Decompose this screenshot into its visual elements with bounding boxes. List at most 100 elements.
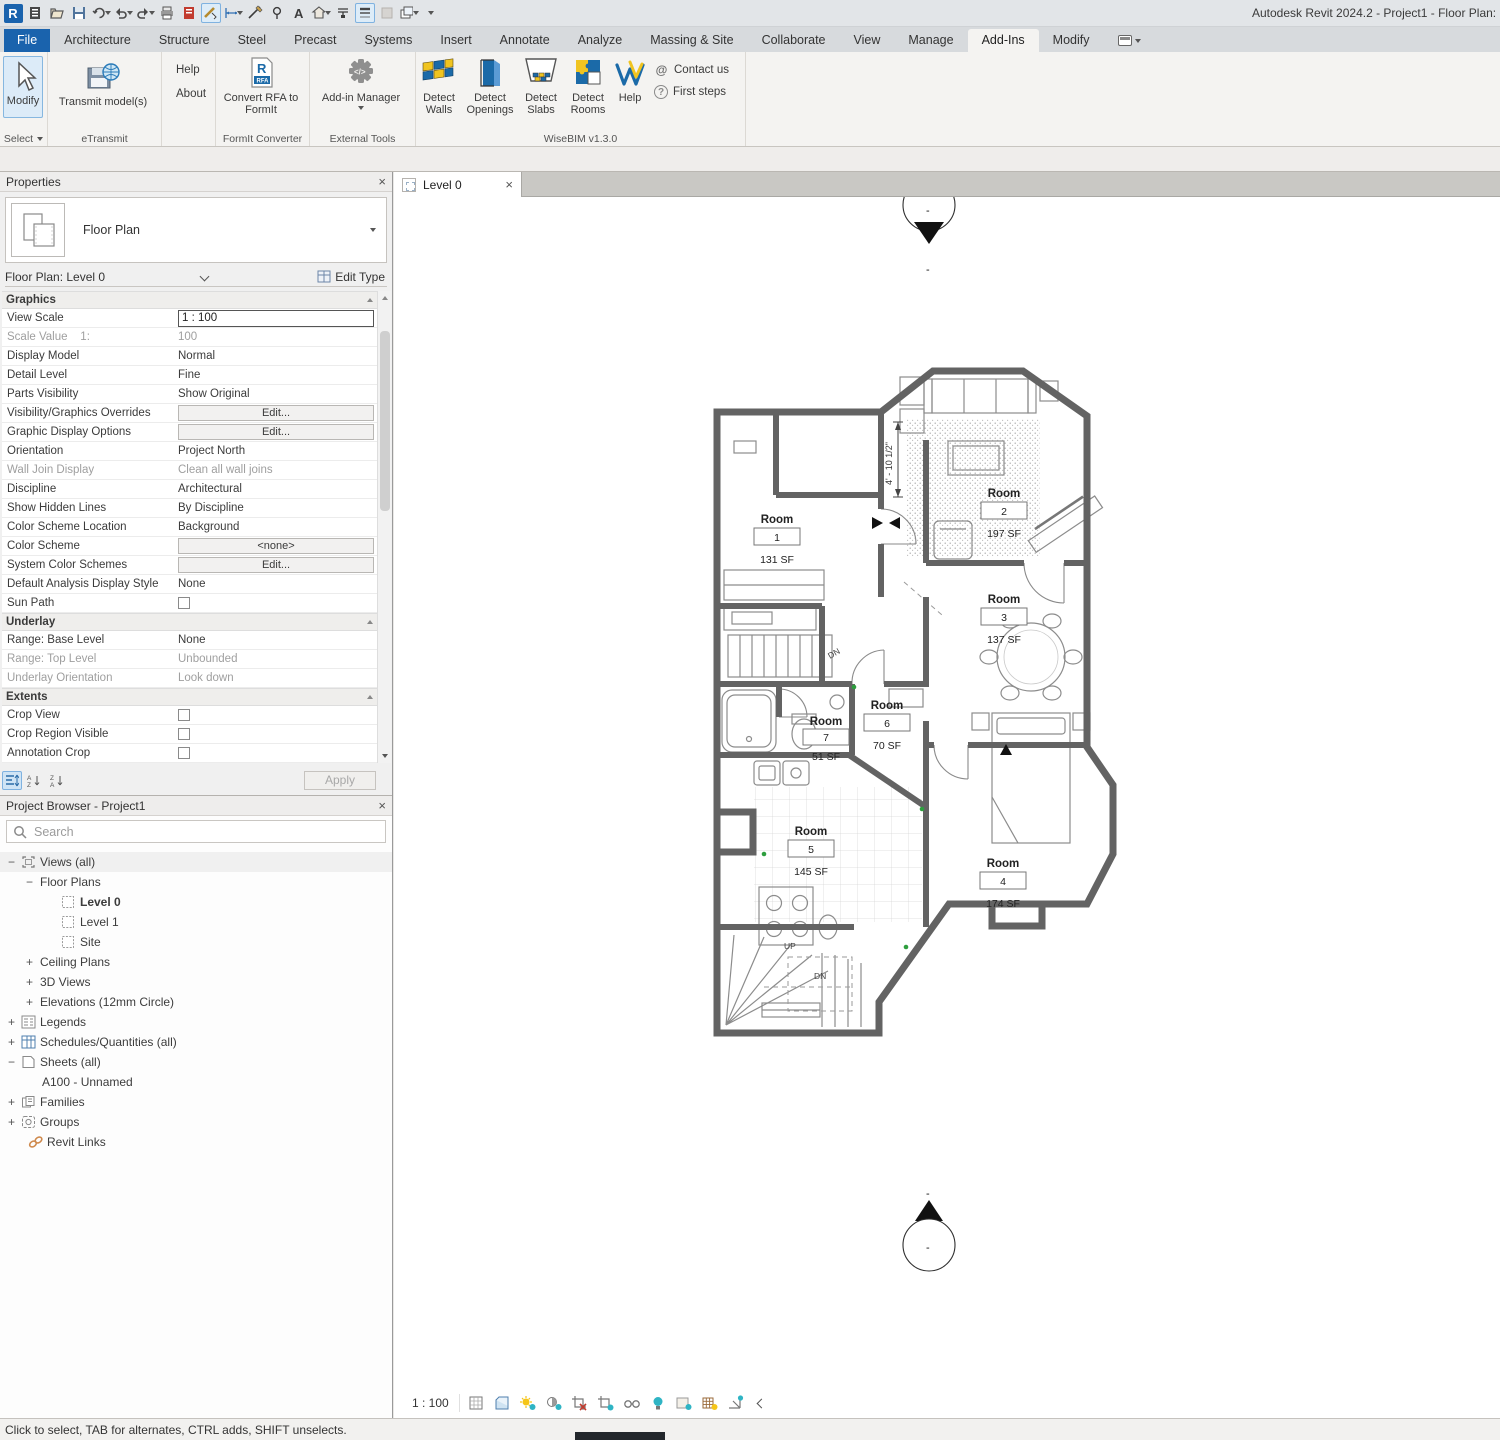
dropdown-caret-icon[interactable] — [127, 11, 133, 15]
tree-item-site[interactable]: Site — [0, 932, 392, 952]
tab-insert[interactable]: Insert — [426, 29, 485, 52]
property-row-crop-view[interactable]: Crop View — [2, 706, 377, 725]
property-row-display-model[interactable]: Display ModelNormal — [2, 347, 377, 366]
tab-massing-site[interactable]: Massing & Site — [636, 29, 747, 52]
transmit-models-button[interactable]: Transmit model(s) — [48, 58, 158, 110]
annotation-crop-checkbox[interactable] — [178, 747, 190, 759]
tab-steel[interactable]: Steel — [224, 29, 281, 52]
edit-button[interactable]: Edit... — [178, 557, 374, 573]
convert-rfa-button[interactable]: RRFA Convert RFA to FormIt — [216, 54, 306, 118]
crop-region-icon[interactable] — [596, 1393, 616, 1413]
properties-header[interactable]: Properties × — [0, 172, 392, 192]
expand-toggle-icon[interactable]: + — [24, 995, 35, 1009]
view-scale-input[interactable] — [178, 310, 374, 327]
property-row-detail-level[interactable]: Detail LevelFine — [2, 366, 377, 385]
sun-path-checkbox[interactable] — [178, 597, 190, 609]
type-dropdown-icon[interactable] — [370, 228, 376, 232]
property-row-color-scheme[interactable]: Color Scheme<none> — [2, 537, 377, 556]
tree-item-level0[interactable]: Level 0 — [0, 892, 392, 912]
shadows-icon[interactable] — [544, 1393, 564, 1413]
property-row-range-base[interactable]: Range: Base LevelNone — [2, 631, 377, 650]
tab-structure[interactable]: Structure — [145, 29, 224, 52]
elevation-marker-top[interactable]: - - — [899, 197, 959, 287]
room-tag-4[interactable]: Room 4 174 SF — [980, 858, 1026, 910]
tree-item-schedules[interactable]: +Schedules/Quantities (all) — [0, 1032, 392, 1052]
detect-slabs-button[interactable]: Detect Slabs — [518, 54, 564, 118]
default-3d-view-icon[interactable] — [311, 3, 331, 23]
tab-annotate[interactable]: Annotate — [486, 29, 564, 52]
tree-item-sheets[interactable]: −Sheets (all) — [0, 1052, 392, 1072]
tree-item-families[interactable]: +Families — [0, 1092, 392, 1112]
none-button[interactable]: <none> — [178, 538, 374, 554]
tree-item-legends[interactable]: +Legends — [0, 1012, 392, 1032]
close-icon[interactable]: × — [378, 798, 386, 813]
tree-item-ceiling-plans[interactable]: +Ceiling Plans — [0, 952, 392, 972]
property-row-discipline[interactable]: DisciplineArchitectural — [2, 480, 377, 499]
measure-icon[interactable] — [201, 3, 221, 23]
property-row-system-color-schemes[interactable]: System Color SchemesEdit... — [2, 556, 377, 575]
open-icon[interactable] — [47, 3, 67, 23]
crop-view-icon[interactable] — [570, 1393, 590, 1413]
collapse-icon[interactable] — [367, 620, 373, 624]
expand-toggle-icon[interactable]: + — [24, 975, 35, 989]
collapse-icon[interactable] — [367, 298, 373, 302]
tab-systems[interactable]: Systems — [350, 29, 426, 52]
collapse-toggle-icon[interactable]: − — [24, 875, 35, 889]
modify-button[interactable]: Modify — [3, 56, 43, 118]
file-doc-icon[interactable] — [25, 3, 45, 23]
tree-item-revit-links[interactable]: Revit Links — [0, 1132, 392, 1152]
tab-view[interactable]: View — [840, 29, 895, 52]
crop-view-checkbox[interactable] — [178, 709, 190, 721]
section-underlay[interactable]: Underlay — [2, 613, 377, 631]
contact-us-button[interactable]: @Contact us — [654, 62, 729, 77]
collapse-arrow-icon[interactable] — [752, 1393, 772, 1413]
switch-windows-icon[interactable] — [399, 3, 419, 23]
tree-item-floor-plans[interactable]: −Floor Plans — [0, 872, 392, 892]
tree-item-a100[interactable]: A100 - Unnamed — [0, 1072, 392, 1092]
room-tag-1[interactable]: Room 1 131 SF — [754, 514, 800, 566]
print-icon[interactable] — [157, 3, 177, 23]
property-row-underlay-orientation[interactable]: Underlay OrientationLook down — [2, 669, 377, 688]
tab-manage[interactable]: Manage — [894, 29, 967, 52]
floor-plan-drawing[interactable]: 4' - 10 1/2" UP DN DN Room 1 131 SF Room… — [704, 357, 1184, 1047]
thin-lines-icon[interactable] — [355, 3, 375, 23]
detail-level-icon[interactable] — [466, 1393, 486, 1413]
property-row-parts-visibility[interactable]: Parts VisibilityShow Original — [2, 385, 377, 404]
sort-ascending-button[interactable]: AZ — [25, 771, 45, 790]
dropdown-caret-icon[interactable] — [149, 11, 155, 15]
room-tag-5[interactable]: Room 5 145 SF — [788, 826, 834, 878]
addin-manager-button[interactable]: </> Add-in Manager — [310, 54, 412, 112]
property-row-vg-overrides[interactable]: Visibility/Graphics OverridesEdit... — [2, 404, 377, 423]
collapse-toggle-icon[interactable]: − — [6, 855, 17, 869]
dropdown-caret-icon[interactable] — [325, 11, 331, 15]
scroll-down-icon[interactable] — [378, 749, 392, 763]
collapse-toggle-icon[interactable]: − — [6, 1055, 17, 1069]
tab-architecture[interactable]: Architecture — [50, 29, 145, 52]
property-row-annotation-crop[interactable]: Annotation Crop — [2, 744, 377, 763]
save-icon[interactable] — [69, 3, 89, 23]
property-row-orientation[interactable]: OrientationProject North — [2, 442, 377, 461]
tab-file[interactable]: File — [4, 29, 50, 52]
property-row-crop-region-visible[interactable]: Crop Region Visible — [2, 725, 377, 744]
expand-toggle-icon[interactable]: + — [6, 1115, 17, 1129]
reveal-constraints-icon[interactable] — [674, 1393, 694, 1413]
room-tag-6[interactable]: Room 6 70 SF — [864, 700, 910, 752]
reveal-hidden-elements-icon[interactable] — [622, 1393, 642, 1413]
elevation-marker-bottom[interactable]: - - — [899, 1185, 959, 1295]
temporary-hide-isolate-icon[interactable] — [648, 1393, 668, 1413]
sort-default-button[interactable] — [2, 771, 22, 790]
view-scale-control[interactable]: 1 : 100 — [408, 1394, 460, 1412]
tree-item-elevations[interactable]: +Elevations (12mm Circle) — [0, 992, 392, 1012]
help-button[interactable]: Help — [172, 62, 215, 78]
text-icon[interactable]: A — [289, 3, 309, 23]
close-icon[interactable]: × — [378, 174, 386, 189]
type-selector[interactable]: Floor Plan — [5, 197, 387, 263]
section-icon[interactable] — [333, 3, 353, 23]
scroll-up-icon[interactable] — [378, 291, 392, 305]
instance-name[interactable]: Floor Plan: Level 0 — [5, 270, 105, 284]
project-browser-header[interactable]: Project Browser - Project1 × — [0, 796, 392, 816]
panel-label-wisebim[interactable]: WiseBIM v1.3.0 — [416, 133, 745, 145]
view-tab-level0[interactable]: Level 0 × — [394, 172, 522, 197]
expand-toggle-icon[interactable]: + — [6, 1035, 17, 1049]
detect-rooms-button[interactable]: Detect Rooms — [564, 54, 612, 118]
